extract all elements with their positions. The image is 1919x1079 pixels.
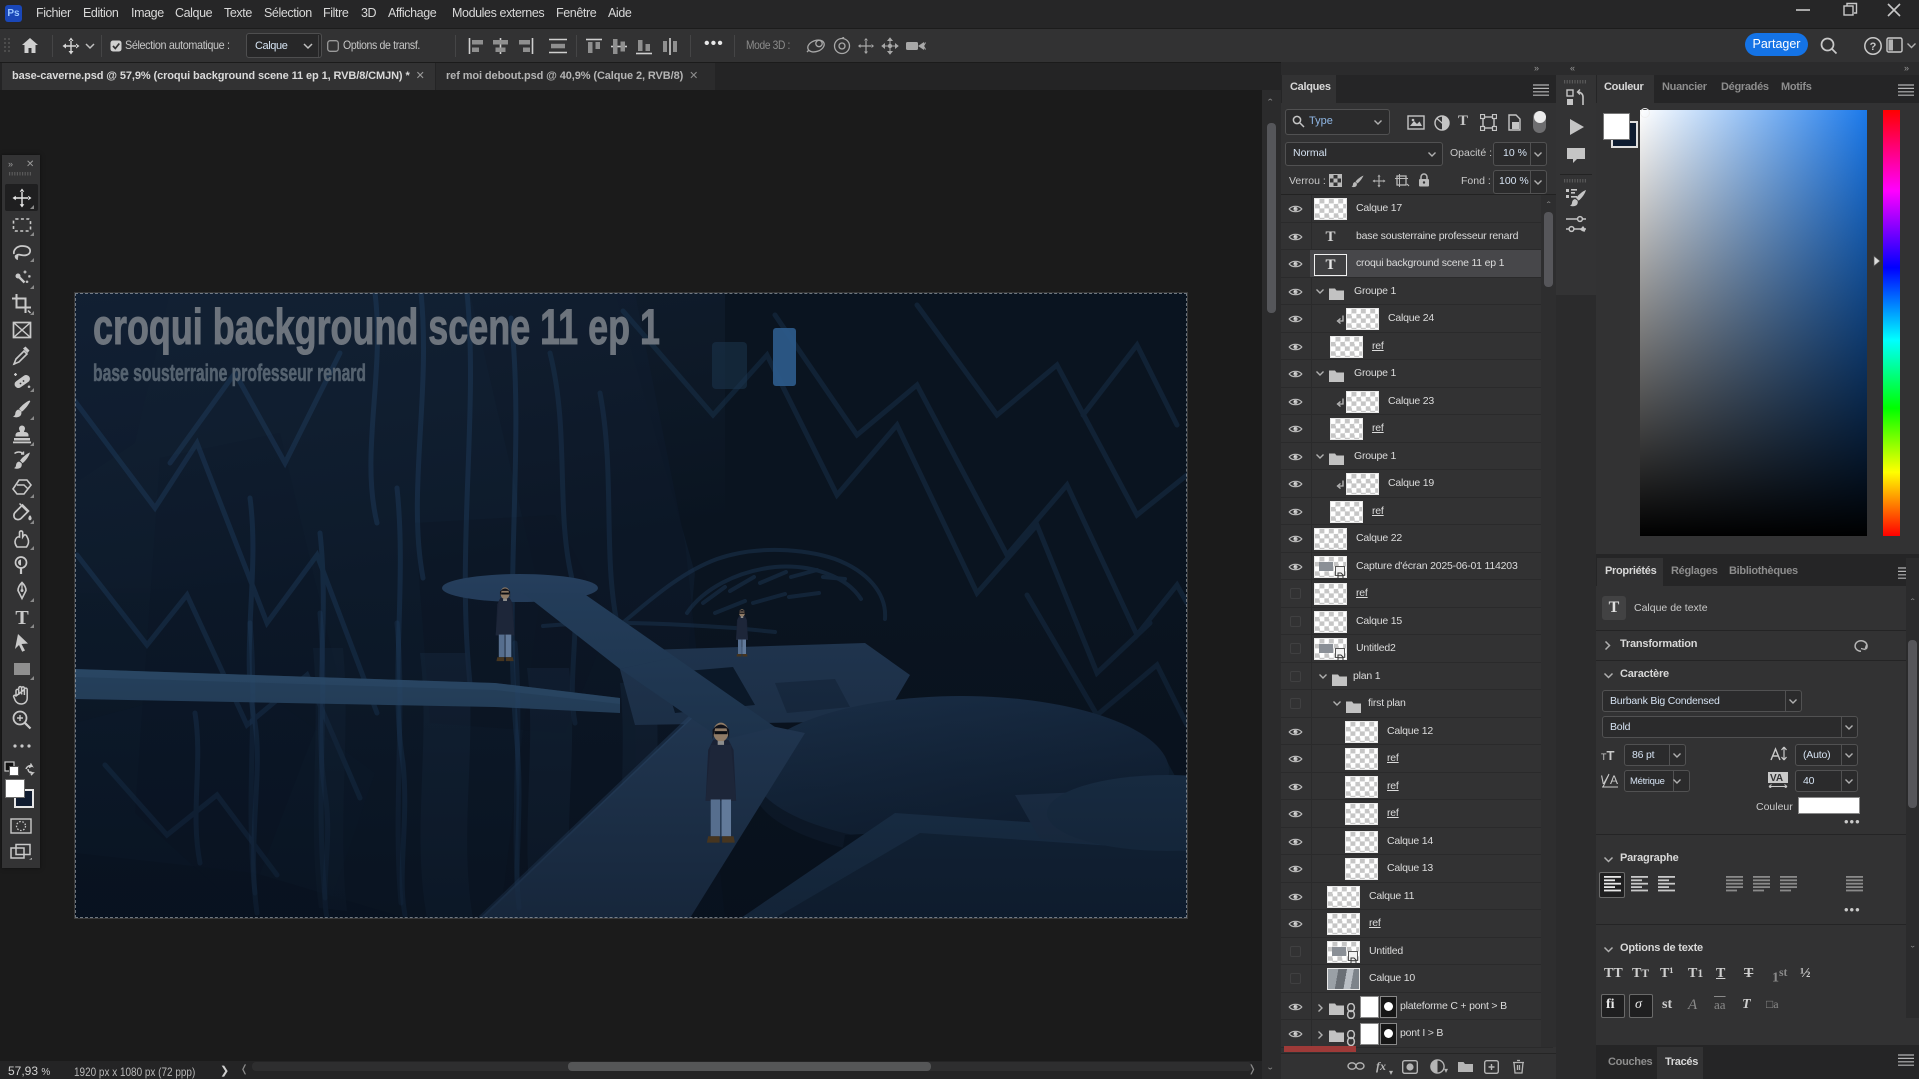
svg-text:A: A (1610, 773, 1618, 787)
svg-text:VA: VA (1770, 773, 1783, 784)
svg-text:T: T (15, 607, 29, 628)
svg-text:base sousterraine professeur r: base sousterraine professeur renard (93, 360, 366, 387)
svg-text:?: ? (1870, 41, 1877, 53)
svg-text:croqui background scene 11 ep: croqui background scene 11 ep 1 (93, 299, 660, 355)
